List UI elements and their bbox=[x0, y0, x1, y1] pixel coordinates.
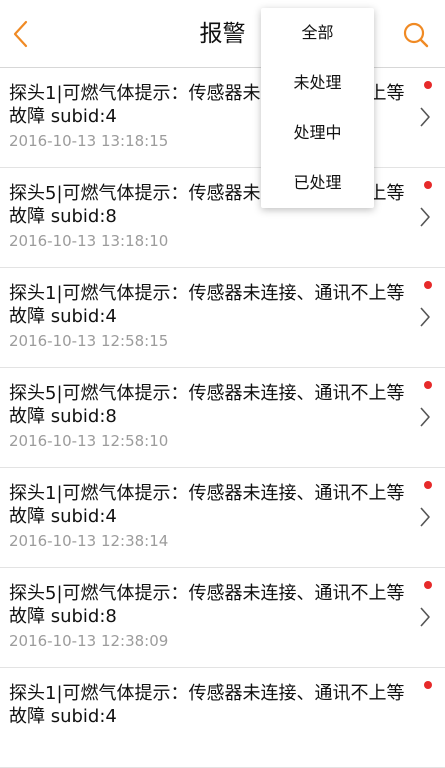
alarm-timestamp: 2016-10-13 12:58:15 bbox=[9, 332, 169, 350]
alarm-message: 探头5|可燃气体提示：传感器未连接、通讯不上等故障 subid:8 bbox=[9, 583, 405, 627]
alarm-list: 探头1|可燃气体提示：传感器未连接、通讯不上等故障 subid:4 2016-1… bbox=[0, 68, 445, 768]
alarm-timestamp: 2016-10-13 12:58:10 bbox=[9, 432, 169, 450]
unread-dot bbox=[424, 181, 432, 189]
alarm-list-item[interactable]: 探头1|可燃气体提示：传感器未连接、通讯不上等故障 subid:4 bbox=[0, 668, 445, 768]
alarm-list-item[interactable]: 探头5|可燃气体提示：传感器未连接、通讯不上等故障 subid:8 2016-1… bbox=[0, 568, 445, 668]
alarm-list-item[interactable]: 探头5|可燃气体提示：传感器未连接、通讯不上等故障 subid:8 2016-1… bbox=[0, 368, 445, 468]
filter-option-processed[interactable]: 已处理 bbox=[261, 158, 374, 208]
alarm-list-item[interactable]: 探头1|可燃气体提示：传感器未连接、通讯不上等故障 subid:4 2016-1… bbox=[0, 68, 445, 168]
alarm-message: 探头1|可燃气体提示：传感器未连接、通讯不上等故障 subid:4 bbox=[9, 683, 405, 727]
filter-option-all[interactable]: 全部 bbox=[261, 8, 374, 58]
chevron-right-icon bbox=[419, 106, 431, 128]
alarm-message: 探头1|可燃气体提示：传感器未连接、通讯不上等故障 subid:4 bbox=[9, 283, 405, 327]
alarm-timestamp: 2016-10-13 13:18:15 bbox=[9, 132, 169, 150]
alarm-timestamp: 2016-10-13 13:18:10 bbox=[9, 232, 169, 250]
alarm-list-item[interactable]: 探头5|可燃气体提示：传感器未连接、通讯不上等故障 subid:8 2016-1… bbox=[0, 168, 445, 268]
alarm-message: 探头5|可燃气体提示：传感器未连接、通讯不上等故障 subid:8 bbox=[9, 383, 405, 427]
chevron-right-icon bbox=[419, 406, 431, 428]
chevron-right-icon bbox=[419, 206, 431, 228]
unread-dot bbox=[424, 381, 432, 389]
back-button[interactable] bbox=[6, 14, 40, 54]
filter-option-processing[interactable]: 处理中 bbox=[261, 108, 374, 158]
alarm-timestamp: 2016-10-13 12:38:09 bbox=[9, 632, 169, 650]
search-button[interactable] bbox=[401, 20, 431, 50]
unread-dot bbox=[424, 681, 432, 689]
chevron-right-icon bbox=[419, 506, 431, 528]
search-icon bbox=[403, 22, 429, 48]
unread-dot bbox=[424, 81, 432, 89]
unread-dot bbox=[424, 281, 432, 289]
unread-dot bbox=[424, 581, 432, 589]
alarm-message: 探头1|可燃气体提示：传感器未连接、通讯不上等故障 subid:4 bbox=[9, 483, 405, 527]
alarm-list-item[interactable]: 探头1|可燃气体提示：传感器未连接、通讯不上等故障 subid:4 2016-1… bbox=[0, 468, 445, 568]
chevron-right-icon bbox=[419, 306, 431, 328]
page-title: 报警 bbox=[199, 21, 246, 47]
filter-dropdown-menu: 全部 未处理 处理中 已处理 bbox=[261, 8, 374, 208]
alarm-list-item[interactable]: 探头1|可燃气体提示：传感器未连接、通讯不上等故障 subid:4 2016-1… bbox=[0, 268, 445, 368]
unread-dot bbox=[424, 481, 432, 489]
filter-option-unprocessed[interactable]: 未处理 bbox=[261, 58, 374, 108]
chevron-left-icon bbox=[13, 20, 28, 48]
alarm-timestamp: 2016-10-13 12:38:14 bbox=[9, 532, 169, 550]
chevron-right-icon bbox=[419, 606, 431, 628]
app-header: 报警 bbox=[0, 0, 445, 68]
